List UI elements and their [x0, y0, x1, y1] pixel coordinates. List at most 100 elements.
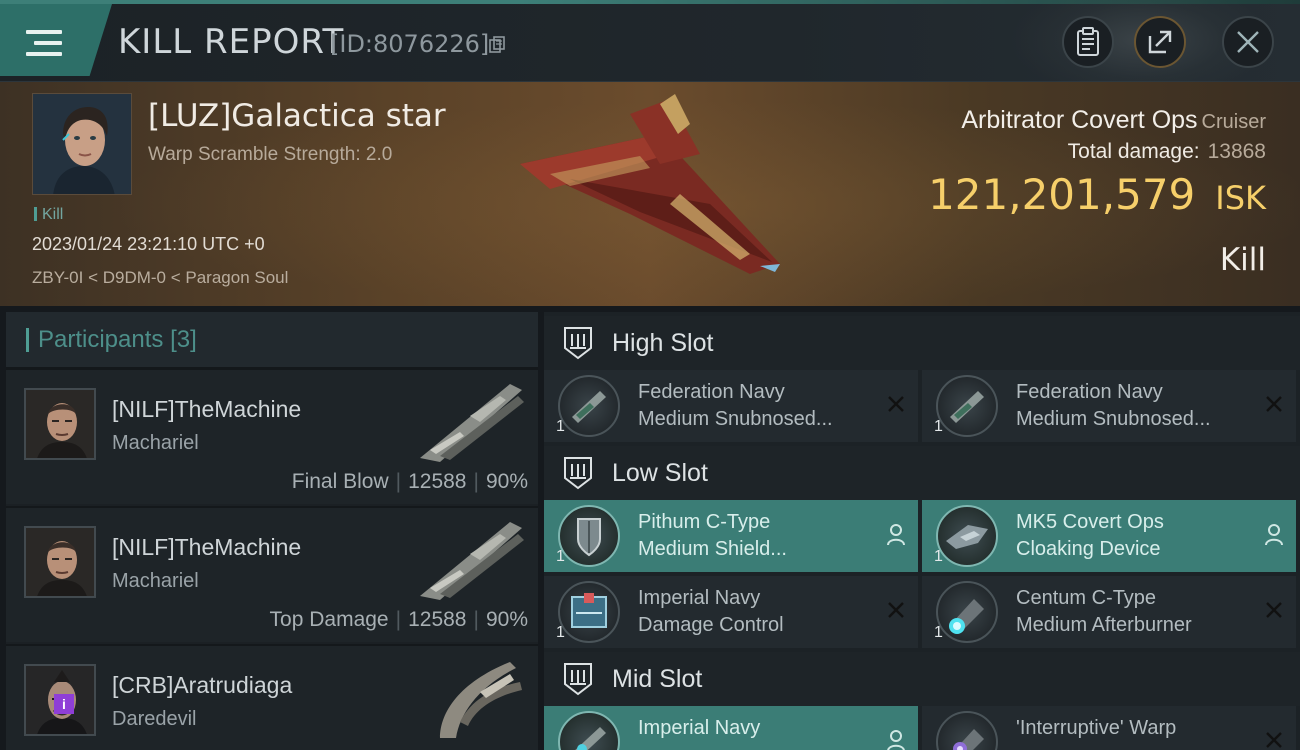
participant-name[interactable]: [NILF]TheMachine: [112, 534, 301, 561]
snubnosed-launcher-icon: [558, 375, 620, 437]
dropped-icon: [887, 730, 905, 750]
item-name-line1: MK5 Covert Ops: [1016, 511, 1164, 533]
victim-ship-image: [520, 94, 780, 274]
participant-name[interactable]: [CRB]Aratrudiaga: [112, 672, 292, 699]
participant-ship: Daredevil: [112, 708, 197, 730]
dropped-icon: [1265, 524, 1283, 546]
fitted-item[interactable]: 1 Pithum C-Type Medium Shield...: [544, 500, 918, 572]
fitted-item[interactable]: 1 Federation Navy Medium Snubnosed...: [922, 370, 1296, 442]
item-name-line1: Imperial Navy: [638, 587, 761, 609]
cloaking-device-icon: [936, 505, 998, 567]
fitted-item[interactable]: Imperial Navy: [544, 706, 918, 750]
item-quantity: 1: [556, 418, 565, 435]
destroyed-icon: [888, 602, 904, 618]
share-icon: [1148, 30, 1172, 54]
total-damage-label: Total damage:: [1067, 140, 1200, 163]
shield-icon: [558, 505, 620, 567]
item-quantity: 1: [556, 624, 565, 641]
total-damage-value: 13868: [1207, 140, 1266, 163]
portrait-image: [33, 94, 131, 194]
participant-stats: Final Blow | 12588 | 90%: [291, 470, 528, 493]
dropped-icon: [887, 524, 905, 546]
item-name-line2: Medium Snubnosed...: [638, 408, 833, 430]
participants-header: Participants [3]: [6, 312, 538, 368]
item-name-line1: Pithum C-Type: [638, 511, 771, 533]
item-name-line2: Medium Afterburner: [1016, 614, 1192, 636]
item-name-line1: Federation Navy: [1016, 381, 1163, 403]
copy-icon[interactable]: [488, 36, 506, 54]
kill-tag: Kill: [34, 206, 63, 224]
item-name-line1: Centum C-Type: [1016, 587, 1157, 609]
participant-ship-image: [440, 662, 522, 738]
participant-damage: 12588: [408, 608, 467, 631]
mid-slot-icon: [564, 663, 592, 696]
victim-banner: [LUZ]Galactica star Warp Scramble Streng…: [0, 82, 1300, 306]
low-slot-header: Low Slot: [544, 446, 1300, 500]
destroyed-icon: [888, 396, 904, 412]
isk-amount: 121,201,579: [928, 170, 1196, 219]
total-damage: Total damage: 13868: [1068, 140, 1266, 164]
participants-count: [3]: [170, 326, 197, 353]
warp-scramble-strength: Warp Scramble Strength: 2.0: [148, 144, 393, 165]
fitted-item[interactable]: 1 Centum C-Type Medium Afterburner: [922, 576, 1296, 648]
share-button[interactable]: [1134, 16, 1186, 68]
close-button[interactable]: [1222, 16, 1274, 68]
high-slot-header: High Slot: [544, 316, 1300, 370]
item-name-line1: Federation Navy: [638, 381, 785, 403]
mid-slot-label: Mid Slot: [612, 665, 703, 693]
hamburger-icon: [26, 30, 62, 58]
ship-class: Cruiser: [1201, 111, 1266, 133]
participant-portrait[interactable]: [24, 526, 96, 598]
participant-portrait[interactable]: [24, 388, 96, 460]
snubnosed-launcher-icon: [936, 375, 998, 437]
afterburner-icon: [936, 581, 998, 643]
participant-ship-image: [420, 522, 524, 600]
clipboard-button[interactable]: [1062, 16, 1114, 68]
victim-ship-name[interactable]: Arbitrator Covert Ops Cruiser: [961, 106, 1266, 135]
low-slot-icon: [564, 457, 592, 490]
destroyed-icon: [1266, 732, 1282, 748]
fitted-item[interactable]: 1 Federation Navy Medium Snubnosed...: [544, 370, 918, 442]
menu-button[interactable]: [0, 4, 112, 76]
participant-ship: Machariel: [112, 570, 199, 592]
clipboard-icon: [1077, 27, 1099, 56]
victim-name[interactable]: [LUZ]Galactica star: [148, 98, 446, 134]
report-id: [ID:8076226]: [330, 30, 490, 58]
participant-row[interactable]: [NILF]TheMachine Machariel Final Blow | 12…: [6, 368, 538, 504]
participant-percent: 90%: [485, 470, 528, 493]
participant-ship: Machariel: [112, 432, 199, 454]
item-name-line1: 'Interruptive' Warp: [1016, 717, 1177, 739]
fitting-panel: High Slot 1 Federation Navy Medium Snubn…: [544, 312, 1300, 750]
participant-role: Final Blow: [291, 470, 389, 493]
fitted-item[interactable]: 1 MK5 Covert Ops Cloaking Device: [922, 500, 1296, 572]
participant-name[interactable]: [NILF]TheMachine: [112, 396, 301, 423]
damage-control-icon: [558, 581, 620, 643]
item-name-line1: Imperial Navy: [638, 717, 761, 739]
participant-row[interactable]: [NILF]TheMachine Machariel Top Damage | 12…: [6, 506, 538, 642]
isk-unit: ISK: [1215, 179, 1266, 217]
participant-row[interactable]: i [CRB]Aratrudiaga Daredevil: [6, 644, 538, 750]
victim-portrait[interactable]: [32, 93, 132, 195]
participant-percent: 90%: [485, 608, 528, 631]
fitted-item[interactable]: 'Interruptive' Warp: [922, 706, 1296, 750]
kill-result: Kill: [1219, 242, 1266, 278]
participants-label: Participants: [38, 326, 164, 353]
item-name-line2: Medium Snubnosed...: [1016, 408, 1211, 430]
item-name-line2: Medium Shield...: [638, 538, 787, 560]
kill-location[interactable]: ZBY-0I < D9DM-0 < Paragon Soul: [32, 268, 288, 288]
high-slot-label: High Slot: [612, 329, 714, 357]
header-bar: KILL REPORT [ID:8076226]: [0, 0, 1300, 100]
destroyed-icon: [1266, 396, 1282, 412]
low-slot-label: Low Slot: [612, 459, 708, 487]
participants-panel: Participants [3] [NILF]TheMachine Machar…: [6, 312, 538, 750]
kill-timestamp: 2023/01/24 23:21:10 UTC +0: [32, 234, 265, 254]
participants-title: Participants [3]: [26, 326, 197, 354]
fitted-item[interactable]: 1 Imperial Navy Damage Control: [544, 576, 918, 648]
item-name-line2: Damage Control: [638, 614, 784, 636]
module-icon: [558, 711, 620, 750]
portrait-image: [26, 390, 94, 458]
item-name-line2: Cloaking Device: [1016, 538, 1161, 560]
isk-value: 121,201,579 ISK: [928, 170, 1266, 219]
info-badge: i: [54, 694, 74, 714]
participant-stats: Top Damage | 12588 | 90%: [269, 608, 528, 631]
